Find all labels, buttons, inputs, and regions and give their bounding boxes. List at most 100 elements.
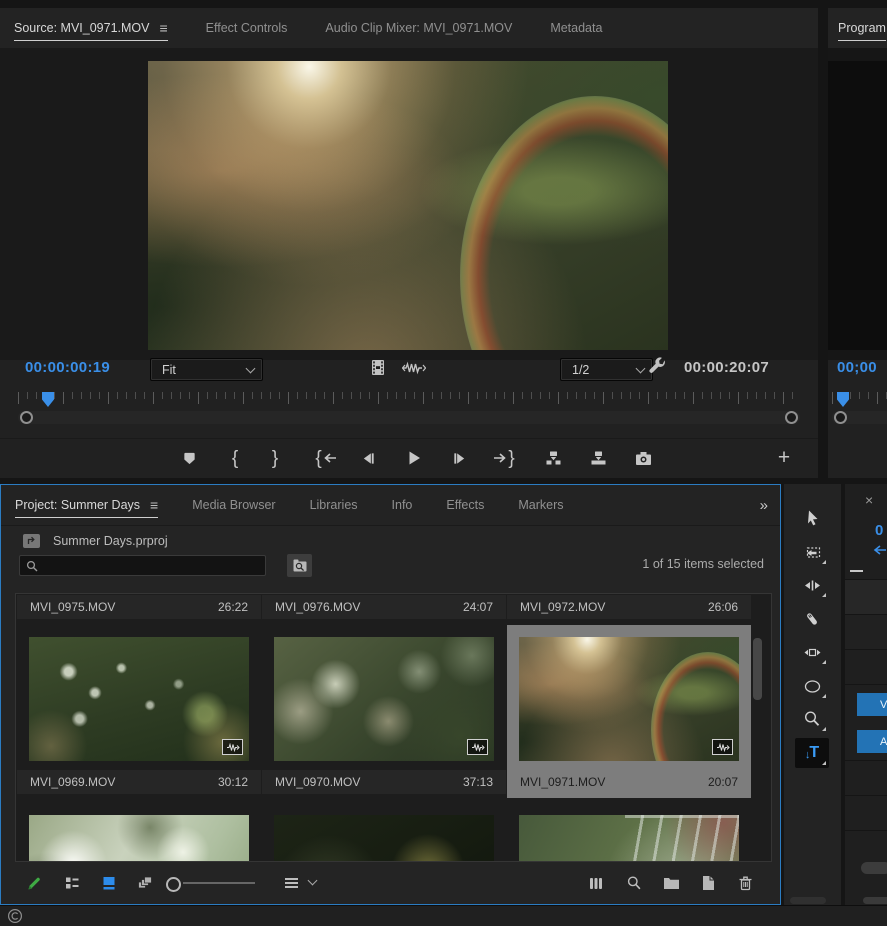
mark-in-button[interactable]: {: [219, 439, 251, 477]
tool-selection[interactable]: [795, 503, 829, 533]
step-forward-button[interactable]: [443, 439, 475, 477]
tab-markers[interactable]: Markers: [518, 485, 563, 525]
tab-libraries[interactable]: Libraries: [310, 485, 358, 525]
button-editor-add-button[interactable]: +: [768, 439, 800, 477]
tools-panel-scrollbar[interactable]: [790, 897, 826, 904]
panel-overflow-icon[interactable]: »: [760, 485, 766, 525]
zoom-handle-right[interactable]: [785, 411, 798, 424]
chevron-down-icon[interactable]: [308, 876, 318, 886]
panel-menu-icon[interactable]: ≡: [159, 20, 167, 36]
clip-label[interactable]: MVI_0970.MOV37:13: [262, 770, 506, 794]
freeform-view-button[interactable]: [132, 871, 158, 895]
mark-out-button[interactable]: }: [259, 439, 291, 477]
source-zoom-scrollbar[interactable]: [18, 411, 800, 424]
lens-flare: [460, 96, 668, 350]
clip-label-selected[interactable]: MVI_0971.MOV20:07: [507, 770, 751, 794]
clip-label[interactable]: MVI_0976.MOV24:07: [262, 595, 506, 619]
drag-video-only-icon[interactable]: [370, 359, 386, 377]
tab-source-label: Source: MVI_0971.MOV: [14, 21, 149, 35]
tab-project[interactable]: Project: Summer Days ≡: [15, 485, 158, 525]
step-back-button[interactable]: [352, 439, 384, 477]
tool-razor[interactable]: [795, 604, 829, 634]
tool-slip[interactable]: [795, 637, 829, 667]
clip-thumbnail[interactable]: [274, 815, 494, 862]
creative-cloud-sync-icon[interactable]: [7, 908, 23, 924]
clip-label[interactable]: MVI_0969.MOV30:12: [17, 770, 261, 794]
insert-button[interactable]: [537, 439, 569, 477]
clip-label[interactable]: MVI_0972.MOV26:06: [507, 595, 751, 619]
find-in-bin-button[interactable]: [287, 554, 312, 577]
sort-icons-button[interactable]: [279, 871, 305, 895]
icon-view-button[interactable]: [96, 871, 122, 895]
source-time-ruler[interactable]: [18, 392, 800, 408]
tab-audio-clip-mixer[interactable]: Audio Clip Mixer: MVI_0971.MOV: [325, 8, 512, 48]
new-bin-button[interactable]: [658, 871, 684, 895]
clip-thumbnail-mvi0969[interactable]: [29, 637, 249, 761]
go-to-out-button[interactable]: }: [484, 439, 524, 477]
close-panel-icon[interactable]: ×: [865, 492, 873, 508]
track-row: [845, 580, 887, 614]
program-video-area: [828, 48, 887, 360]
clip-thumbnail-mvi0971-selected[interactable]: [519, 637, 739, 761]
source-monitor-panel: Source: MVI_0971.MOV ≡ Effect Controls A…: [0, 8, 818, 478]
source-video-area: [0, 48, 818, 360]
delete-button[interactable]: [732, 871, 758, 895]
audio-video-badge-icon: [222, 739, 243, 755]
chevron-down-icon: [636, 363, 646, 373]
tool-track-select[interactable]: [795, 537, 829, 567]
zoom-slider-track[interactable]: [183, 882, 255, 884]
new-item-button[interactable]: [695, 871, 721, 895]
list-view-button[interactable]: [59, 871, 85, 895]
tab-effect-controls[interactable]: Effect Controls: [206, 8, 288, 48]
clip-label[interactable]: MVI_0975.MOV26:22: [17, 595, 261, 619]
search-icon: [26, 560, 38, 572]
flyout-indicator: [822, 560, 826, 564]
video-track-v1-button[interactable]: V: [857, 693, 887, 716]
tool-ellipse[interactable]: [795, 671, 829, 701]
panel-menu-icon[interactable]: ≡: [150, 497, 158, 513]
tab-program[interactable]: Program: [838, 8, 886, 48]
source-video-preview: [148, 61, 668, 350]
clip-thumbnail[interactable]: [29, 815, 249, 862]
tab-info[interactable]: Info: [392, 485, 413, 525]
timeline-horizontal-scrollbar[interactable]: [861, 862, 887, 874]
play-button[interactable]: [398, 439, 430, 477]
tool-ripple-edit[interactable]: [795, 570, 829, 600]
automate-to-sequence-button[interactable]: [583, 871, 609, 895]
overwrite-button[interactable]: [582, 439, 614, 477]
search-box[interactable]: [19, 555, 266, 576]
clip-thumbnail[interactable]: [519, 815, 739, 862]
add-marker-button[interactable]: [173, 439, 205, 477]
tab-metadata[interactable]: Metadata: [550, 8, 602, 48]
clip-thumbnail-mvi0970[interactable]: [274, 637, 494, 761]
audio-track-a1-button[interactable]: A: [857, 730, 887, 753]
drag-audio-only-icon[interactable]: [402, 361, 426, 375]
settings-wrench-icon[interactable]: [648, 357, 667, 376]
zoom-level-select[interactable]: Fit: [150, 358, 263, 381]
tab-effects[interactable]: Effects: [446, 485, 484, 525]
export-frame-button[interactable]: [627, 439, 659, 477]
grid-vertical-scrollbar[interactable]: [753, 638, 762, 700]
go-to-in-button[interactable]: {: [306, 439, 346, 477]
zoom-slider-handle[interactable]: [166, 877, 181, 892]
search-input[interactable]: [43, 558, 259, 574]
program-zoom-scrollbar[interactable]: [832, 411, 887, 424]
timeline-panel-scrollbar[interactable]: [863, 897, 887, 904]
project-up-icon[interactable]: [23, 534, 40, 548]
playback-resolution-select[interactable]: 1/2: [560, 358, 653, 381]
zoom-handle-left[interactable]: [20, 411, 33, 424]
project-root-row[interactable]: Summer Days.prproj: [1, 529, 168, 553]
tools-panel: ↓ T: [784, 484, 841, 905]
find-button[interactable]: [621, 871, 647, 895]
tab-source[interactable]: Source: MVI_0971.MOV ≡: [14, 8, 168, 48]
tool-type-selected[interactable]: ↓ T: [795, 738, 829, 768]
project-toolbar: [1, 862, 780, 904]
project-panel: Project: Summer Days ≡ Media Browser Lib…: [0, 484, 781, 905]
zoom-handle-left[interactable]: [834, 411, 847, 424]
tab-media-browser[interactable]: Media Browser: [192, 485, 275, 525]
snap-icon[interactable]: [872, 544, 887, 556]
tool-zoom[interactable]: [795, 704, 829, 734]
selection-status: 1 of 15 items selected: [642, 557, 764, 571]
timeline-timecode-partial: 0: [875, 522, 884, 539]
project-writable-pencil-icon[interactable]: [21, 871, 47, 895]
